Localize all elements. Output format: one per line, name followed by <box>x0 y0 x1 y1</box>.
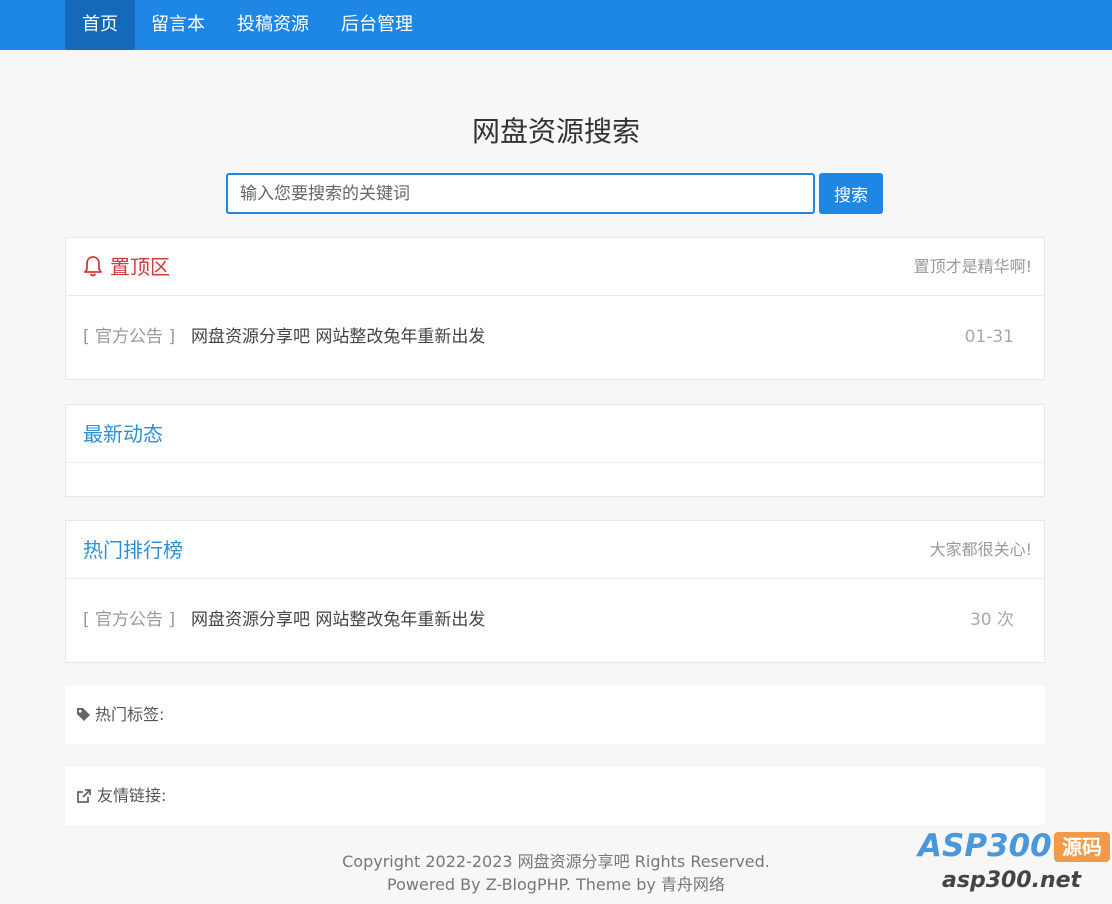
search-button[interactable]: 搜索 <box>819 173 883 214</box>
latest-title: 最新动态 <box>83 422 163 446</box>
item-category[interactable]: [ 官方公告 ] <box>83 579 175 662</box>
pinned-title: 置顶区 <box>110 255 170 279</box>
nav-item-admin[interactable]: 后台管理 <box>324 0 430 50</box>
friend-links-box: 友情链接: <box>65 767 1045 825</box>
external-link-icon <box>76 788 92 808</box>
item-title-link[interactable]: 网盘资源分享吧 网站整改兔年重新出发 <box>191 579 485 662</box>
search-title: 网盘资源搜索 <box>471 115 640 148</box>
item-views: 30 次 <box>969 610 1014 630</box>
hot-aside: 大家都很关心! <box>929 540 1032 559</box>
hot-panel: 热门排行榜 大家都很关心! [ 官方公告 ] 网盘资源分享吧 网站整改兔年重新出… <box>65 520 1045 663</box>
item-category[interactable]: [ 官方公告 ] <box>83 296 175 379</box>
pinned-panel-header: 置顶区 置顶才是精华啊! <box>66 238 1044 296</box>
hot-title: 热门排行榜 <box>83 538 183 562</box>
list-item: [ 官方公告 ] 网盘资源分享吧 网站整改兔年重新出发 30 次 <box>66 579 1044 662</box>
search-input[interactable] <box>226 173 815 214</box>
nav-item-guestbook[interactable]: 留言本 <box>134 0 222 50</box>
tag-icon <box>76 707 91 726</box>
watermark-badge: 源码 <box>1054 832 1110 862</box>
bell-icon <box>83 255 103 281</box>
item-title-link[interactable]: 网盘资源分享吧 网站整改兔年重新出发 <box>191 296 485 379</box>
pinned-aside: 置顶才是精华啊! <box>913 257 1032 276</box>
hot-panel-header: 热门排行榜 大家都很关心! <box>66 521 1044 579</box>
nav-item-home[interactable]: 首页 <box>65 0 135 50</box>
nav-item-submit-resource[interactable]: 投稿资源 <box>220 0 326 50</box>
list-item: [ 官方公告 ] 网盘资源分享吧 网站整改兔年重新出发 01-31 <box>66 296 1044 379</box>
watermark-domain: asp300.net <box>942 868 1082 893</box>
watermark-brand: ASP300 <box>918 828 1052 864</box>
latest-panel-header: 最新动态 <box>66 405 1044 463</box>
latest-panel: 最新动态 <box>65 404 1045 497</box>
hot-tags-label: 热门标签: <box>95 705 165 724</box>
hot-tags-box: 热门标签: <box>65 686 1045 744</box>
friend-links-label: 友情链接: <box>97 786 167 805</box>
watermark-logo: ASP300 源码 asp300.net <box>918 828 1112 904</box>
pinned-panel: 置顶区 置顶才是精华啊! [ 官方公告 ] 网盘资源分享吧 网站整改兔年重新出发… <box>65 237 1045 380</box>
item-date: 01-31 <box>964 327 1014 347</box>
top-navbar: 首页 留言本 投稿资源 后台管理 <box>0 0 1112 50</box>
